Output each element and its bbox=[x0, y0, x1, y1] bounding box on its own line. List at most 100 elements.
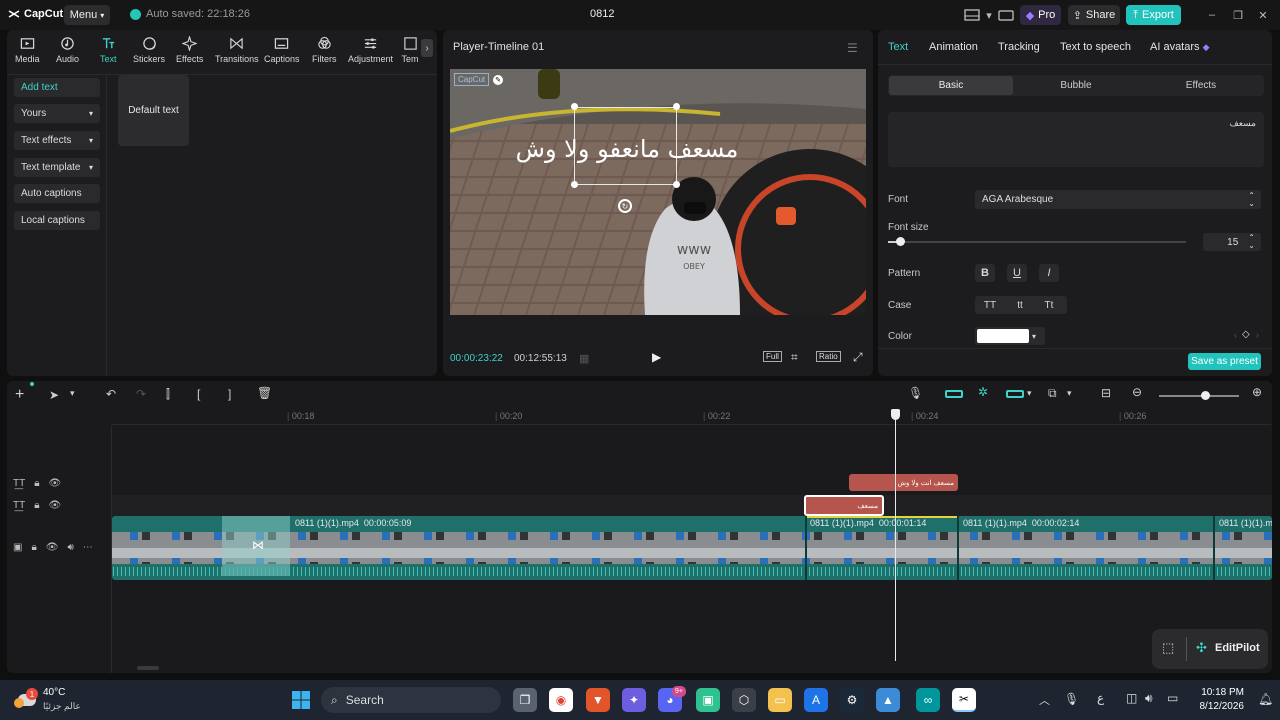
tab-animation[interactable]: Animation bbox=[929, 41, 978, 53]
tool-effects[interactable]: Effects bbox=[176, 36, 203, 64]
video-track[interactable]: 0811 (1)(1).mp4 00:00:05:09 0811 (1)(1).… bbox=[112, 516, 1272, 580]
battery-icon[interactable]: ▭ bbox=[1167, 691, 1178, 705]
play-icon[interactable]: ▶ bbox=[652, 350, 661, 364]
export-button[interactable]: ⤒ Export bbox=[1126, 5, 1181, 25]
sidebar-yours[interactable]: Yours ▾ bbox=[14, 104, 100, 123]
layout-dropdown-icon[interactable]: ▾ bbox=[984, 5, 994, 25]
windows-start-icon[interactable] bbox=[289, 688, 313, 712]
eye-icon[interactable]: 👁︎ bbox=[49, 478, 62, 489]
lock-icon[interactable]: 🔒︎ bbox=[31, 542, 36, 553]
tab-text-to-speech[interactable]: Text to speech bbox=[1060, 41, 1131, 53]
lock-icon[interactable]: 🔒︎ bbox=[34, 478, 39, 489]
sidebar-local-captions[interactable]: Local captions bbox=[14, 211, 100, 230]
tool-templates[interactable]: Tem bbox=[401, 36, 419, 64]
clock-time[interactable]: 10:18 PM bbox=[1196, 687, 1244, 698]
cursor-dropdown-icon[interactable]: ▾ bbox=[70, 388, 75, 399]
split-right-icon[interactable]: ] bbox=[228, 387, 231, 401]
full-quality-button[interactable]: Full bbox=[763, 351, 782, 362]
ai-edit-icon[interactable]: ⧉ bbox=[1048, 386, 1057, 401]
restore-icon[interactable]: ❐ bbox=[1230, 5, 1246, 25]
sidebar-auto-captions[interactable]: Auto captions bbox=[14, 184, 100, 203]
crop-icon[interactable]: ⌗ bbox=[791, 350, 798, 365]
clock-date[interactable]: 8/12/2026 bbox=[1196, 701, 1245, 712]
subtab-basic[interactable]: Basic bbox=[889, 76, 1013, 95]
zoom-out-icon[interactable]: ⊖ bbox=[1132, 385, 1142, 399]
zoom-slider[interactable] bbox=[1159, 391, 1239, 400]
steam-icon[interactable]: ⚙ bbox=[840, 688, 864, 712]
layout-icon[interactable] bbox=[962, 5, 982, 25]
app-green-icon[interactable]: ▣ bbox=[696, 688, 720, 712]
tool-filters[interactable]: Filters bbox=[312, 36, 337, 64]
italic-button[interactable]: I bbox=[1039, 264, 1059, 282]
zoom-slider-thumb[interactable] bbox=[1201, 391, 1210, 400]
font-size-slider-thumb[interactable] bbox=[895, 237, 905, 246]
timecode-grid-icon[interactable]: ▦ bbox=[579, 352, 589, 365]
split-left-icon[interactable]: [ bbox=[197, 387, 200, 401]
wifi-icon[interactable]: ◫ bbox=[1126, 691, 1137, 705]
photos-icon[interactable]: ▲ bbox=[876, 688, 900, 712]
font-select[interactable]: AGA Arabesque ⌃ ⌄ bbox=[975, 190, 1261, 209]
weather-icon[interactable]: 1 bbox=[14, 688, 38, 712]
brave-icon[interactable]: ▼ bbox=[586, 688, 610, 712]
capcut-taskbar-icon[interactable]: ✂ bbox=[952, 688, 976, 712]
overlay-text[interactable]: مسعف مانعفو ولا وش bbox=[502, 135, 752, 163]
tab-ai-avatars[interactable]: AI avatars ◆ bbox=[1150, 41, 1210, 53]
cursor-select-icon[interactable]: ➤ bbox=[49, 388, 59, 402]
minimize-icon[interactable]: – bbox=[1204, 5, 1220, 25]
playhead[interactable] bbox=[891, 409, 900, 661]
linkage-icon[interactable]: ✲ bbox=[978, 385, 988, 399]
zoom-in-icon[interactable]: ⊕ bbox=[1252, 385, 1262, 399]
resize-handle[interactable] bbox=[571, 181, 578, 188]
arduino-icon[interactable]: ∞ bbox=[916, 688, 940, 712]
language-indicator[interactable]: ع bbox=[1097, 691, 1104, 705]
preview-axis-icon[interactable] bbox=[1006, 390, 1024, 398]
chrome-icon[interactable]: ◉ bbox=[549, 688, 573, 712]
undo-icon[interactable]: ↶ bbox=[106, 387, 116, 401]
split-icon[interactable]: ⫿ bbox=[166, 387, 170, 402]
selected-text-clip[interactable]: مسعف bbox=[804, 495, 884, 516]
tray-expand-icon[interactable]: ︿ bbox=[1039, 692, 1050, 708]
file-explorer-icon[interactable]: ▭ bbox=[768, 688, 792, 712]
ratio-button[interactable]: Ratio bbox=[816, 351, 841, 362]
tool-captions[interactable]: Captions bbox=[264, 36, 300, 64]
case-upper-button[interactable]: TT bbox=[977, 296, 1003, 314]
unity-icon[interactable]: ⬡ bbox=[732, 688, 756, 712]
volume-icon[interactable]: 🔊︎ bbox=[67, 542, 73, 553]
sidebar-add-text[interactable]: Add text bbox=[14, 78, 100, 97]
keyframe-diamond-icon[interactable]: ◇ bbox=[1242, 329, 1250, 340]
more-icon[interactable]: ⋯ bbox=[83, 542, 93, 553]
hamburger-icon[interactable]: ☰ bbox=[847, 41, 858, 55]
subtab-effects[interactable]: Effects bbox=[1139, 76, 1263, 95]
playhead-handle[interactable] bbox=[891, 409, 900, 420]
magnet-snap-icon[interactable] bbox=[945, 390, 963, 398]
tool-media[interactable]: Media bbox=[15, 36, 40, 64]
editpilot-widget[interactable]: ⬚ ✣ EditPilot bbox=[1152, 629, 1268, 669]
underline-button[interactable]: U bbox=[1007, 264, 1027, 282]
text-input-area[interactable]: مسعف bbox=[888, 112, 1264, 167]
case-lower-button[interactable]: tt bbox=[1007, 296, 1033, 314]
resize-handle[interactable] bbox=[673, 181, 680, 188]
menu-button[interactable]: Menu ▾ bbox=[64, 5, 110, 25]
edit-pencil-icon[interactable]: ✎ bbox=[493, 75, 503, 85]
tray-mic-icon[interactable]: 🎙 bbox=[1064, 692, 1079, 706]
taskbar-search[interactable]: ⌕ Search bbox=[321, 687, 501, 713]
eye-icon[interactable]: 👁︎ bbox=[46, 542, 59, 553]
save-as-preset-button[interactable]: Save as preset bbox=[1188, 353, 1261, 370]
lock-icon[interactable]: 🔒︎ bbox=[34, 500, 39, 511]
pro-button[interactable]: ◆ Pro bbox=[1020, 5, 1061, 25]
timeline-ruler[interactable]: | 00:18 | 00:20 | 00:22 | 00:24 | 00:26 bbox=[111, 407, 1271, 425]
volume-icon[interactable]: 🔊︎ bbox=[1145, 691, 1153, 706]
add-track-icon[interactable]: + bbox=[15, 386, 24, 404]
keyboard-icon[interactable] bbox=[996, 5, 1016, 25]
fit-timeline-icon[interactable]: ⊟ bbox=[1101, 386, 1111, 400]
case-title-button[interactable]: Tt bbox=[1036, 296, 1062, 314]
copilot-icon[interactable]: ✦ bbox=[622, 688, 646, 712]
task-view-icon[interactable]: ❐ bbox=[513, 688, 537, 712]
subtab-bubble[interactable]: Bubble bbox=[1014, 76, 1138, 95]
notification-bell-icon[interactable]: 🔔︎ bbox=[1258, 692, 1273, 706]
share-button[interactable]: ⇪ Share bbox=[1068, 5, 1120, 25]
tool-adjustment[interactable]: Adjustment bbox=[348, 36, 393, 64]
transition-marker-icon[interactable]: ⋈ bbox=[252, 538, 264, 552]
tool-transitions[interactable]: Transitions bbox=[215, 36, 259, 64]
video-preview[interactable]: www OBEY CapCut ✎ مسعف مانعفو ولا وش ↻ bbox=[450, 69, 866, 315]
